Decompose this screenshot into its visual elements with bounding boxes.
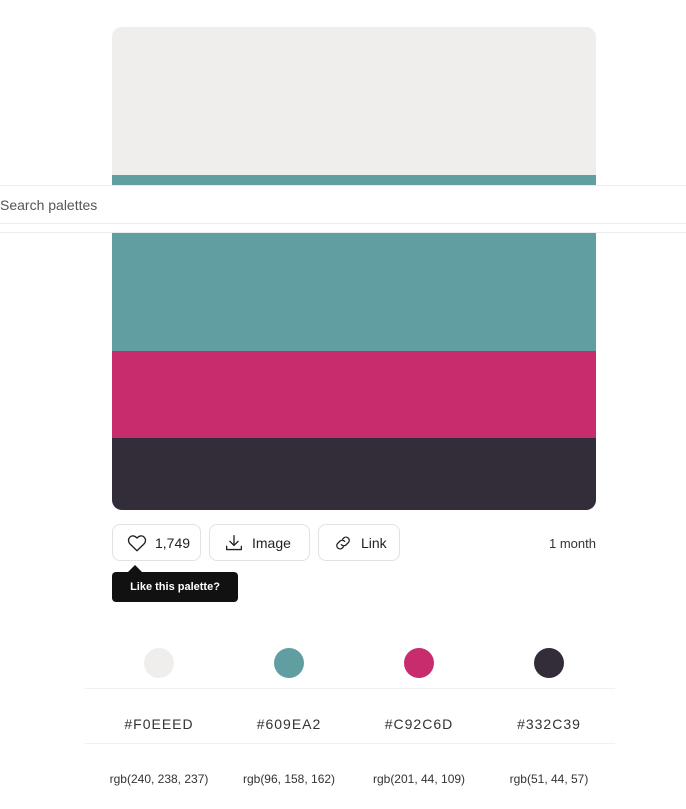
image-button[interactable]: Image <box>209 524 310 561</box>
like-button[interactable]: 1,749 <box>112 524 201 561</box>
hex-code[interactable]: #C92C6D <box>354 716 484 732</box>
hex-code[interactable]: #332C39 <box>484 716 614 732</box>
tooltip-arrow <box>128 565 142 572</box>
hex-code[interactable]: #609EA2 <box>224 716 354 732</box>
download-icon <box>224 534 244 552</box>
rgb-code[interactable]: rgb(240, 238, 237) <box>94 772 224 786</box>
palette-preview <box>112 27 596 510</box>
search-input[interactable] <box>0 186 686 224</box>
link-icon <box>333 534 353 552</box>
color-column[interactable]: #332C39 rgb(51, 44, 57) <box>484 648 614 786</box>
tooltip: Like this palette? <box>112 572 238 602</box>
color-column[interactable]: #C92C6D rgb(201, 44, 109) <box>354 648 484 786</box>
hex-code[interactable]: #F0EEED <box>94 716 224 732</box>
swatch-1[interactable] <box>112 27 596 175</box>
link-label: Link <box>361 534 387 551</box>
like-count: 1,749 <box>155 534 191 551</box>
timestamp: 1 month <box>549 536 596 551</box>
image-label: Image <box>252 534 291 551</box>
color-dot <box>404 648 434 678</box>
search-bar <box>0 185 686 233</box>
swatch-3[interactable] <box>112 351 596 438</box>
link-button[interactable]: Link <box>318 524 400 561</box>
color-column[interactable]: #F0EEED rgb(240, 238, 237) <box>94 648 224 786</box>
rgb-code[interactable]: rgb(96, 158, 162) <box>224 772 354 786</box>
color-column[interactable]: #609EA2 rgb(96, 158, 162) <box>224 648 354 786</box>
color-dot <box>534 648 564 678</box>
swatch-4[interactable] <box>112 438 596 510</box>
heart-icon <box>127 534 147 552</box>
color-dot <box>144 648 174 678</box>
rgb-code[interactable]: rgb(201, 44, 109) <box>354 772 484 786</box>
rgb-code[interactable]: rgb(51, 44, 57) <box>484 772 614 786</box>
color-dot <box>274 648 304 678</box>
